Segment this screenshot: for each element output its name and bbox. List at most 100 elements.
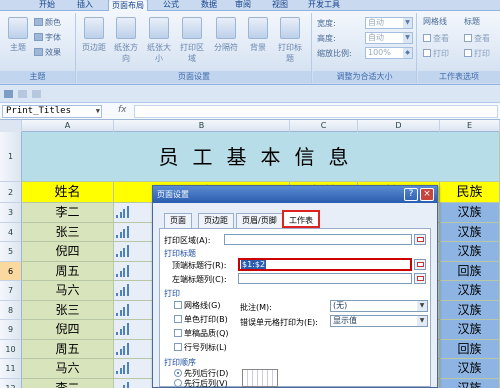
chevron-down-icon: ▼	[403, 33, 412, 43]
column-header-c[interactable]: C	[290, 120, 358, 132]
margins-button[interactable]: 页边距	[79, 17, 109, 53]
nation-cell[interactable]: 汉族	[440, 222, 500, 242]
black-white-checkbox[interactable]: 单色打印(B)	[174, 314, 228, 325]
top-rows-input[interactable]: $1:$2	[238, 258, 412, 271]
range-picker-icon[interactable]	[414, 234, 426, 245]
tab-formulas[interactable]: 公式	[160, 0, 182, 11]
left-cols-input[interactable]	[238, 273, 412, 284]
header-cell-nation[interactable]: 民族	[440, 182, 500, 203]
row-header[interactable]: 4	[0, 222, 22, 242]
colors-icon	[34, 18, 43, 26]
fonts-button[interactable]: 字体	[34, 32, 61, 43]
name-cell[interactable]: 李二	[22, 378, 114, 388]
tab-insert[interactable]: 插入	[74, 0, 96, 11]
headings-heading: 标题	[464, 17, 480, 26]
row-header[interactable]: 8	[0, 300, 22, 320]
column-headers: A B C D E	[0, 120, 500, 132]
name-cell[interactable]: 倪四	[22, 320, 114, 340]
scale-input[interactable]: 100% ◆	[365, 47, 413, 59]
nation-cell[interactable]: 回族	[440, 261, 500, 281]
save-icon[interactable]	[4, 90, 13, 98]
comments-select[interactable]: (无) ▼	[330, 300, 428, 312]
column-header-e[interactable]: E	[440, 120, 500, 132]
row-col-headings-checkbox[interactable]: 行号列标(L)	[174, 342, 227, 353]
range-picker-icon[interactable]	[414, 259, 426, 270]
height-select[interactable]: 自动 ▼	[365, 32, 413, 44]
headings-print-checkbox[interactable]: 打印	[464, 48, 490, 59]
tab-header-footer[interactable]: 页眉/页脚	[236, 213, 283, 228]
tab-developer[interactable]: 开发工具	[305, 0, 343, 11]
tab-data[interactable]: 数据	[198, 0, 220, 11]
title-cell[interactable]: 员工基本信息	[22, 132, 500, 182]
size-button[interactable]: 纸张大小	[144, 17, 174, 64]
draft-quality-checkbox[interactable]: 草稿品质(Q)	[174, 328, 229, 339]
colors-button[interactable]: 颜色	[34, 17, 61, 28]
nation-cell[interactable]: 汉族	[440, 281, 500, 301]
gridlines-view-checkbox[interactable]: 查看	[423, 33, 449, 44]
tab-margins[interactable]: 页边距	[198, 213, 234, 228]
errors-select[interactable]: 显示值 ▼	[330, 315, 428, 327]
orientation-button[interactable]: 纸张方向	[111, 17, 141, 64]
themes-button[interactable]: 主题	[3, 17, 33, 53]
name-box[interactable]: Print_Titles ▼	[2, 105, 102, 118]
name-cell[interactable]: 周五	[22, 339, 114, 359]
name-cell[interactable]: 李二	[22, 203, 114, 223]
nation-cell[interactable]: 回族	[440, 339, 500, 359]
name-cell[interactable]: 张三	[22, 222, 114, 242]
width-select[interactable]: 自动 ▼	[365, 17, 413, 29]
select-all-corner[interactable]	[0, 120, 22, 132]
row-header[interactable]: 3	[0, 203, 22, 223]
background-button[interactable]: 背景	[243, 17, 273, 53]
dialog-title-bar[interactable]: 页面设置	[153, 186, 437, 203]
column-header-d[interactable]: D	[358, 120, 440, 132]
sparkline-icon	[116, 284, 130, 296]
breaks-button[interactable]: 分隔符	[211, 17, 241, 53]
range-picker-icon[interactable]	[414, 273, 426, 284]
gridlines-checkbox[interactable]: 网格线(G)	[174, 300, 220, 311]
close-button[interactable]: ×	[420, 188, 434, 201]
formula-input[interactable]	[134, 105, 498, 118]
nation-cell[interactable]: 汉族	[440, 378, 500, 388]
tab-home[interactable]: 开始	[36, 0, 58, 11]
chevron-down-icon: ▼	[417, 301, 427, 311]
nation-cell[interactable]: 汉族	[440, 242, 500, 262]
tab-sheet[interactable]: 工作表	[282, 210, 320, 228]
print-area-button[interactable]: 打印区域	[177, 17, 207, 64]
gridlines-print-checkbox[interactable]: 打印	[423, 48, 449, 59]
name-cell[interactable]: 马六	[22, 359, 114, 379]
tab-page-layout[interactable]: 页面布局	[108, 0, 148, 11]
name-cell[interactable]: 张三	[22, 300, 114, 320]
row-header[interactable]: 6	[0, 261, 22, 281]
effects-button[interactable]: 效果	[34, 47, 61, 58]
tab-review[interactable]: 审阅	[232, 0, 254, 11]
row-header[interactable]: 12	[0, 378, 22, 388]
redo-icon[interactable]	[32, 90, 41, 98]
name-cell[interactable]: 倪四	[22, 242, 114, 262]
row-header[interactable]: 5	[0, 242, 22, 262]
tab-page[interactable]: 页面	[164, 213, 192, 228]
fx-icon[interactable]: fx	[118, 105, 127, 115]
nation-cell[interactable]: 汉族	[440, 320, 500, 340]
row-header[interactable]: 1	[0, 132, 22, 182]
column-header-a[interactable]: A	[22, 120, 114, 132]
name-cell[interactable]: 周五	[22, 261, 114, 281]
row-header[interactable]: 10	[0, 339, 22, 359]
row-header[interactable]: 7	[0, 281, 22, 301]
over-then-down-radio[interactable]: 先行后列(V)	[174, 378, 228, 388]
tab-view[interactable]: 视图	[269, 0, 291, 11]
undo-icon[interactable]	[18, 90, 27, 98]
nation-cell[interactable]: 汉族	[440, 203, 500, 223]
help-button[interactable]: ?	[404, 188, 418, 201]
print-area-input[interactable]	[224, 234, 412, 245]
nation-cell[interactable]: 汉族	[440, 300, 500, 320]
sparkline-icon	[116, 362, 130, 374]
header-cell-name[interactable]: 姓名	[22, 182, 114, 203]
row-header[interactable]: 11	[0, 359, 22, 379]
column-header-b[interactable]: B	[114, 120, 290, 132]
row-header[interactable]: 9	[0, 320, 22, 340]
nation-cell[interactable]: 汉族	[440, 359, 500, 379]
print-titles-button[interactable]: 打印标题	[275, 17, 305, 64]
row-header[interactable]: 2	[0, 182, 22, 203]
name-cell[interactable]: 马六	[22, 281, 114, 301]
headings-view-checkbox[interactable]: 查看	[464, 33, 490, 44]
